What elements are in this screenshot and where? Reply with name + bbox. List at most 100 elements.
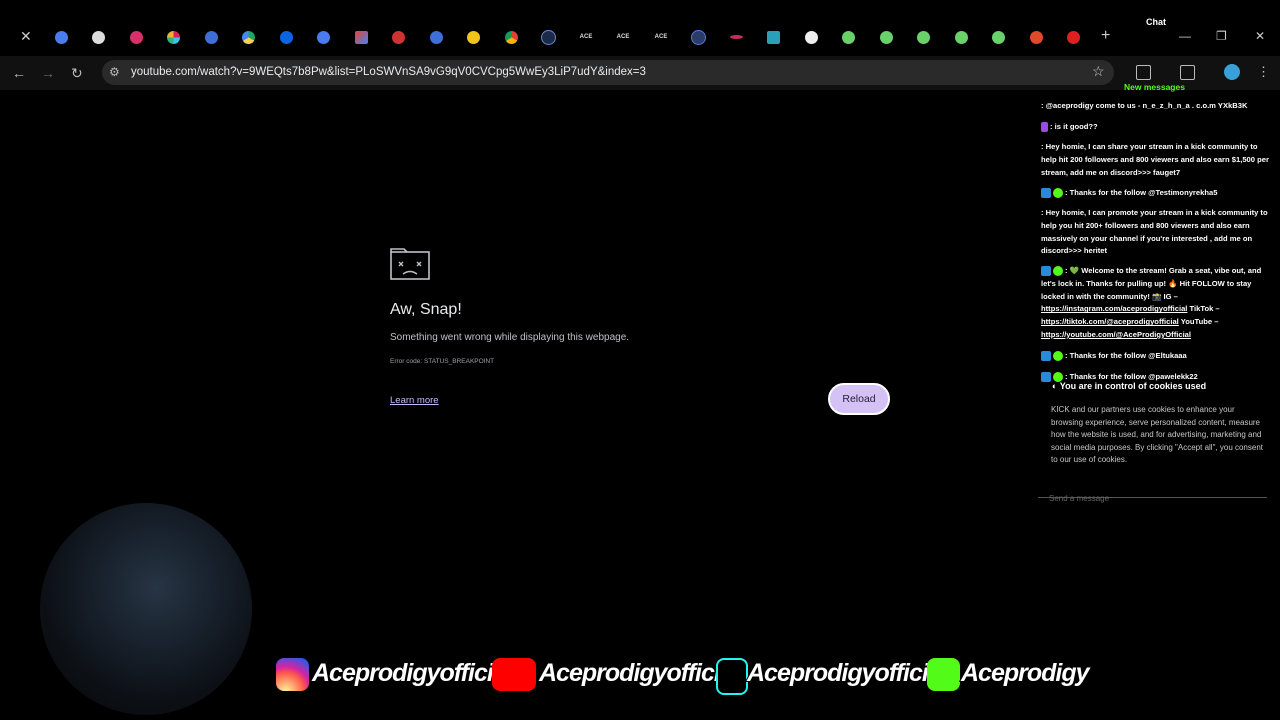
forward-icon[interactable]: → bbox=[41, 65, 55, 81]
tab-link[interactable] bbox=[725, 26, 747, 48]
tab-docs-2[interactable] bbox=[312, 26, 334, 48]
restore-icon[interactable]: ❐ bbox=[1216, 29, 1227, 43]
new-tab-icon[interactable]: + bbox=[1101, 27, 1110, 45]
tab-globe[interactable] bbox=[687, 26, 709, 48]
tab-ace-3[interactable]: ACE bbox=[650, 26, 672, 48]
tab-arrow-2[interactable] bbox=[425, 26, 447, 48]
docs-icon bbox=[54, 30, 68, 44]
tab-box[interactable] bbox=[762, 26, 784, 48]
bot-badge-icon bbox=[1041, 372, 1051, 382]
reload-button[interactable]: Reload bbox=[828, 383, 890, 415]
chat-message: : Hey homie, I can share your stream in … bbox=[1041, 142, 1269, 177]
sad-tab-icon bbox=[390, 248, 430, 280]
arrow-icon bbox=[204, 30, 218, 44]
bot-badge-icon bbox=[1041, 188, 1051, 198]
tab-yellow[interactable] bbox=[462, 26, 484, 48]
tab-sk[interactable] bbox=[87, 26, 109, 48]
tab-youtube[interactable] bbox=[1062, 26, 1084, 48]
menu-icon[interactable]: ⋮ bbox=[1257, 64, 1270, 80]
error-title: Aw, Snap! bbox=[390, 301, 462, 318]
youtube-link[interactable]: https://youtube.com/@AceProdigyOfficial bbox=[1041, 330, 1191, 339]
window-close-icon[interactable]: ✕ bbox=[1255, 29, 1265, 43]
bot-badge-icon bbox=[1041, 266, 1051, 276]
v-icon bbox=[540, 29, 556, 45]
tab-ace-1[interactable]: ACE bbox=[575, 26, 597, 48]
tab-dots[interactable] bbox=[800, 26, 822, 48]
cast-icon[interactable] bbox=[1180, 65, 1195, 80]
stream-icon bbox=[129, 30, 143, 44]
verified-badge-icon bbox=[1053, 266, 1063, 276]
profile-avatar[interactable] bbox=[1224, 64, 1240, 80]
green-plus-icon bbox=[991, 30, 1005, 44]
chat-message: : 💚 Welcome to the stream! Grab a seat, … bbox=[1041, 266, 1262, 339]
green-plus-icon bbox=[879, 30, 893, 44]
tab-meta[interactable] bbox=[275, 26, 297, 48]
chat-message: : Thanks for the follow @Eltukaaa bbox=[1041, 350, 1273, 363]
tab-add-5[interactable] bbox=[987, 26, 1009, 48]
youtube-handle: Aceprodigyofficial bbox=[538, 658, 741, 688]
tab-gmail[interactable] bbox=[350, 26, 372, 48]
back-icon[interactable]: ← bbox=[12, 65, 26, 81]
arrow-icon bbox=[429, 30, 443, 44]
cookie-icon: ◐ bbox=[1052, 381, 1060, 391]
tab-strip bbox=[0, 0, 1280, 55]
instagram-icon bbox=[276, 658, 309, 691]
cookie-title: ◐ You are in control of cookies used bbox=[1052, 381, 1207, 391]
instagram-link[interactable]: https://instagram.com/aceprodigyofficial bbox=[1041, 304, 1187, 313]
tab-add-4[interactable] bbox=[950, 26, 972, 48]
chat-message: : Thanks for the follow @Testimonyrekha5 bbox=[1041, 187, 1273, 200]
chat-send-input[interactable]: Send a message bbox=[1049, 494, 1109, 503]
instagram-handle: Aceprodigyofficial bbox=[311, 658, 514, 688]
green-plus-icon bbox=[841, 30, 855, 44]
tiktok-link[interactable]: https://tiktok.com/@aceprodigyofficial bbox=[1041, 317, 1179, 326]
chat-label: Chat bbox=[1146, 17, 1166, 27]
gmail-icon bbox=[354, 30, 368, 44]
sk-icon bbox=[91, 30, 105, 44]
bot-badge-icon bbox=[1041, 351, 1051, 361]
tab-close-icon[interactable]: ✕ bbox=[20, 28, 32, 45]
tab-drive[interactable] bbox=[237, 26, 259, 48]
tab-ace-2[interactable]: ACE bbox=[612, 26, 634, 48]
error-message: Something went wrong while displaying th… bbox=[390, 332, 630, 343]
tiktok-handle: Aceprodigyofficial bbox=[746, 658, 949, 688]
tab-vercel[interactable] bbox=[537, 26, 559, 48]
tab-chrome[interactable] bbox=[500, 26, 522, 48]
ace-icon: ACE bbox=[654, 34, 668, 40]
bookmark-star-icon[interactable]: ☆ bbox=[1092, 63, 1105, 80]
tab-slack[interactable] bbox=[162, 26, 184, 48]
tab-docs[interactable] bbox=[50, 26, 72, 48]
cookie-body: KICK and our partners use cookies to enh… bbox=[1051, 405, 1264, 464]
webcam-overlay bbox=[40, 503, 252, 715]
verified-badge-icon bbox=[1053, 188, 1063, 198]
verified-badge-icon bbox=[1053, 351, 1063, 361]
mic-badge-icon bbox=[1041, 122, 1048, 132]
learn-more-link[interactable]: Learn more bbox=[390, 395, 439, 406]
error-code: Error code: STATUS_BREAKPOINT bbox=[390, 358, 495, 365]
slack-icon bbox=[166, 30, 180, 44]
red-s-icon bbox=[1029, 30, 1043, 44]
green-plus-icon bbox=[954, 30, 968, 44]
tab-red[interactable] bbox=[1025, 26, 1047, 48]
coin-icon bbox=[466, 30, 480, 44]
box-icon bbox=[766, 30, 780, 44]
minimize-icon[interactable]: — bbox=[1179, 29, 1191, 43]
ace-icon: ACE bbox=[579, 34, 593, 40]
chat-message: : @aceprodigy come to us - n_e_z_h_n_a .… bbox=[1041, 101, 1248, 110]
link-icon bbox=[729, 35, 743, 39]
docs-icon bbox=[316, 30, 330, 44]
extensions-icon[interactable] bbox=[1136, 65, 1151, 80]
url-text[interactable]: youtube.com/watch?v=9WEQts7b8Pw&list=PLo… bbox=[131, 66, 646, 78]
tab-stream[interactable] bbox=[125, 26, 147, 48]
tab-gmail-2[interactable] bbox=[387, 26, 409, 48]
reload-icon[interactable]: ↻ bbox=[71, 65, 83, 82]
kick-icon bbox=[927, 658, 960, 691]
site-info-icon[interactable]: ⚙ bbox=[109, 65, 120, 79]
tab-drive-a[interactable] bbox=[200, 26, 222, 48]
tiktok-icon bbox=[716, 658, 748, 695]
tab-add-3[interactable] bbox=[912, 26, 934, 48]
tab-add-2[interactable] bbox=[875, 26, 897, 48]
new-messages-banner[interactable]: New messages bbox=[1124, 82, 1185, 92]
globe-icon bbox=[690, 29, 706, 45]
drive-icon bbox=[241, 30, 255, 44]
tab-add-1[interactable] bbox=[837, 26, 859, 48]
